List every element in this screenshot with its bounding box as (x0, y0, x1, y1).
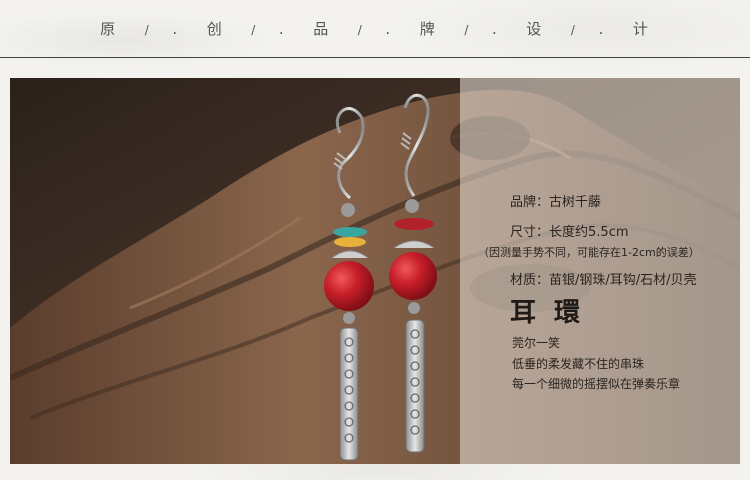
tagline-char: / (357, 23, 364, 37)
material-label: 材质： (510, 273, 550, 288)
poem-line: 每一个细微的摇摆似在弹奏乐章 (512, 377, 681, 391)
size-label: 尺寸： (510, 225, 550, 240)
tagline-char: / (464, 23, 471, 37)
brand-label: 品牌： (510, 195, 550, 210)
product-info: 品牌：古树千藤 尺寸：长度约5.5cm （因测量手势不同，可能存在1-2cm的误… (460, 78, 750, 464)
tagline-char: 牌 (419, 20, 437, 38)
size-value: 长度约5.5cm (549, 225, 629, 240)
header-divider (0, 57, 750, 58)
material-value: 苗银/钢珠/耳钩/石材/贝壳 (549, 273, 697, 288)
size-note: （因测量手势不同，可能存在1-2cm的误差） (478, 246, 700, 259)
brand-row: 品牌：古树千藤 (510, 191, 601, 210)
product-name: 耳環 (510, 298, 599, 328)
tagline-char: / (251, 23, 258, 37)
tagline-char: . (598, 20, 606, 38)
tagline-char: . (385, 20, 393, 38)
tagline-char: / (144, 23, 151, 37)
tagline-char: . (172, 20, 180, 38)
poem-line: 莞尔一笑 (512, 336, 561, 350)
tagline-char: 计 (632, 20, 650, 38)
tagline-char: 设 (526, 20, 544, 38)
brand-value: 古树千藤 (549, 195, 602, 210)
tagline-char: . (491, 20, 499, 38)
size-row: 尺寸：长度约5.5cm (510, 221, 629, 240)
header-tagline: 原 / . 创 / . 品 / . 牌 / . 设 / . 计 (0, 18, 750, 39)
tagline-char: . (278, 20, 286, 38)
material-row: 材质：苗银/钢珠/耳钩/石材/贝壳 (510, 269, 697, 288)
tagline-char: 创 (206, 20, 224, 38)
tagline-char: 原 (100, 20, 118, 38)
tagline-char: 品 (313, 20, 331, 38)
poem-line: 低垂的柔发藏不住的串珠 (512, 357, 645, 371)
tagline-char: / (570, 23, 577, 37)
